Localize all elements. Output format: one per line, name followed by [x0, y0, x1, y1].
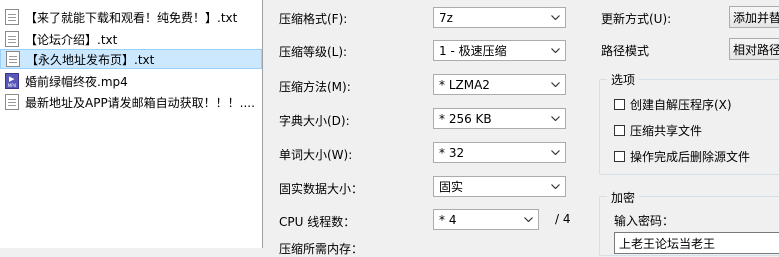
create-sfx-checkbox[interactable]: 创建自解压程序(X)	[614, 96, 732, 113]
path-mode-label: 路径模式	[601, 44, 650, 58]
method-value: * LZMA2	[439, 77, 490, 92]
path-mode-select[interactable]: 相对路径	[729, 38, 779, 60]
options-title: 选项	[607, 71, 640, 88]
cpu-value: * 4	[439, 212, 457, 227]
method-select[interactable]: * LZMA2	[433, 74, 566, 95]
file-name: 【来了就能下载和观看！纯免费！】.txt	[25, 10, 238, 25]
chevron-down-icon	[551, 80, 560, 89]
file-name: 【论坛介绍】.txt	[25, 32, 118, 47]
level-select[interactable]: 1 - 极速压缩	[433, 40, 566, 61]
video-file-icon	[5, 73, 19, 89]
text-file-icon	[5, 31, 19, 47]
file-item[interactable]: 【论坛介绍】.txt	[0, 29, 262, 49]
cpu-select[interactable]: * 4	[433, 209, 539, 230]
text-file-icon	[5, 9, 19, 25]
update-mode-select[interactable]: 添加并替	[729, 6, 779, 28]
delete-after-checkbox[interactable]: 操作完成后删除源文件	[614, 148, 750, 165]
chevron-down-icon	[551, 182, 560, 191]
file-list[interactable]: 【来了就能下载和观看！纯免费！】.txt 【论坛介绍】.txt 【永久地址发布页…	[0, 0, 263, 248]
checkbox-label: 创建自解压程序(X)	[630, 98, 732, 112]
file-item-selected[interactable]: 【永久地址发布页】.txt	[0, 49, 262, 69]
chevron-down-icon	[551, 46, 560, 55]
checkbox-box[interactable]	[614, 125, 625, 136]
password-value: 上老王论坛当老王	[619, 236, 716, 251]
update-label: 更新方式(U):	[601, 12, 672, 26]
level-value: 1 - 极速压缩	[439, 44, 507, 58]
word-value: * 32	[439, 145, 465, 160]
password-label: 输入密码：	[614, 214, 675, 228]
chevron-down-icon	[551, 13, 560, 22]
chevron-down-icon	[551, 114, 560, 123]
solid-select[interactable]: 固实	[433, 176, 566, 197]
file-name: 婚前绿帽终夜.mp4	[25, 74, 128, 89]
memory-label: 压缩所需内存：	[279, 242, 364, 256]
checkbox-label: 压缩共享文件	[630, 124, 703, 138]
file-name: 最新地址及APP请发邮箱自动获取！！！....	[25, 95, 255, 110]
word-label: 单词大小(W):	[279, 148, 353, 162]
format-select[interactable]: 7z	[433, 7, 566, 28]
file-name: 【永久地址发布页】.txt	[26, 52, 155, 67]
format-label: 压缩格式(F):	[279, 12, 348, 26]
file-item[interactable]: 最新地址及APP请发邮箱自动获取！！！....	[0, 92, 262, 112]
word-select[interactable]: * 32	[433, 142, 566, 163]
file-item[interactable]: 【来了就能下载和观看！纯免费！】.txt	[0, 7, 262, 27]
level-label: 压缩等级(L):	[279, 45, 348, 59]
cpu-label: CPU 线程数：	[279, 215, 356, 229]
chevron-down-icon	[524, 215, 533, 224]
path-value: 相对路径	[733, 42, 779, 57]
checkbox-box[interactable]	[614, 151, 625, 162]
cpu-total: / 4	[555, 212, 571, 226]
dict-value: * 256 KB	[439, 111, 492, 126]
checkbox-label: 操作完成后删除源文件	[630, 150, 751, 164]
solid-value: 固实	[439, 180, 464, 194]
dict-select[interactable]: * 256 KB	[433, 108, 566, 129]
format-value: 7z	[439, 10, 453, 25]
update-value: 添加并替	[733, 10, 779, 25]
text-file-icon	[5, 94, 19, 110]
encryption-title: 加密	[607, 189, 640, 206]
method-label: 压缩方法(M):	[279, 80, 351, 94]
chevron-down-icon	[551, 148, 560, 157]
solid-label: 固实数据大小：	[279, 182, 364, 196]
password-input[interactable]: 上老王论坛当老王	[614, 232, 779, 254]
text-file-icon	[6, 51, 20, 67]
compress-shared-checkbox[interactable]: 压缩共享文件	[614, 122, 702, 139]
file-item[interactable]: 婚前绿帽终夜.mp4	[0, 71, 262, 91]
checkbox-box[interactable]	[614, 99, 625, 110]
dict-label: 字典大小(D):	[279, 114, 350, 128]
